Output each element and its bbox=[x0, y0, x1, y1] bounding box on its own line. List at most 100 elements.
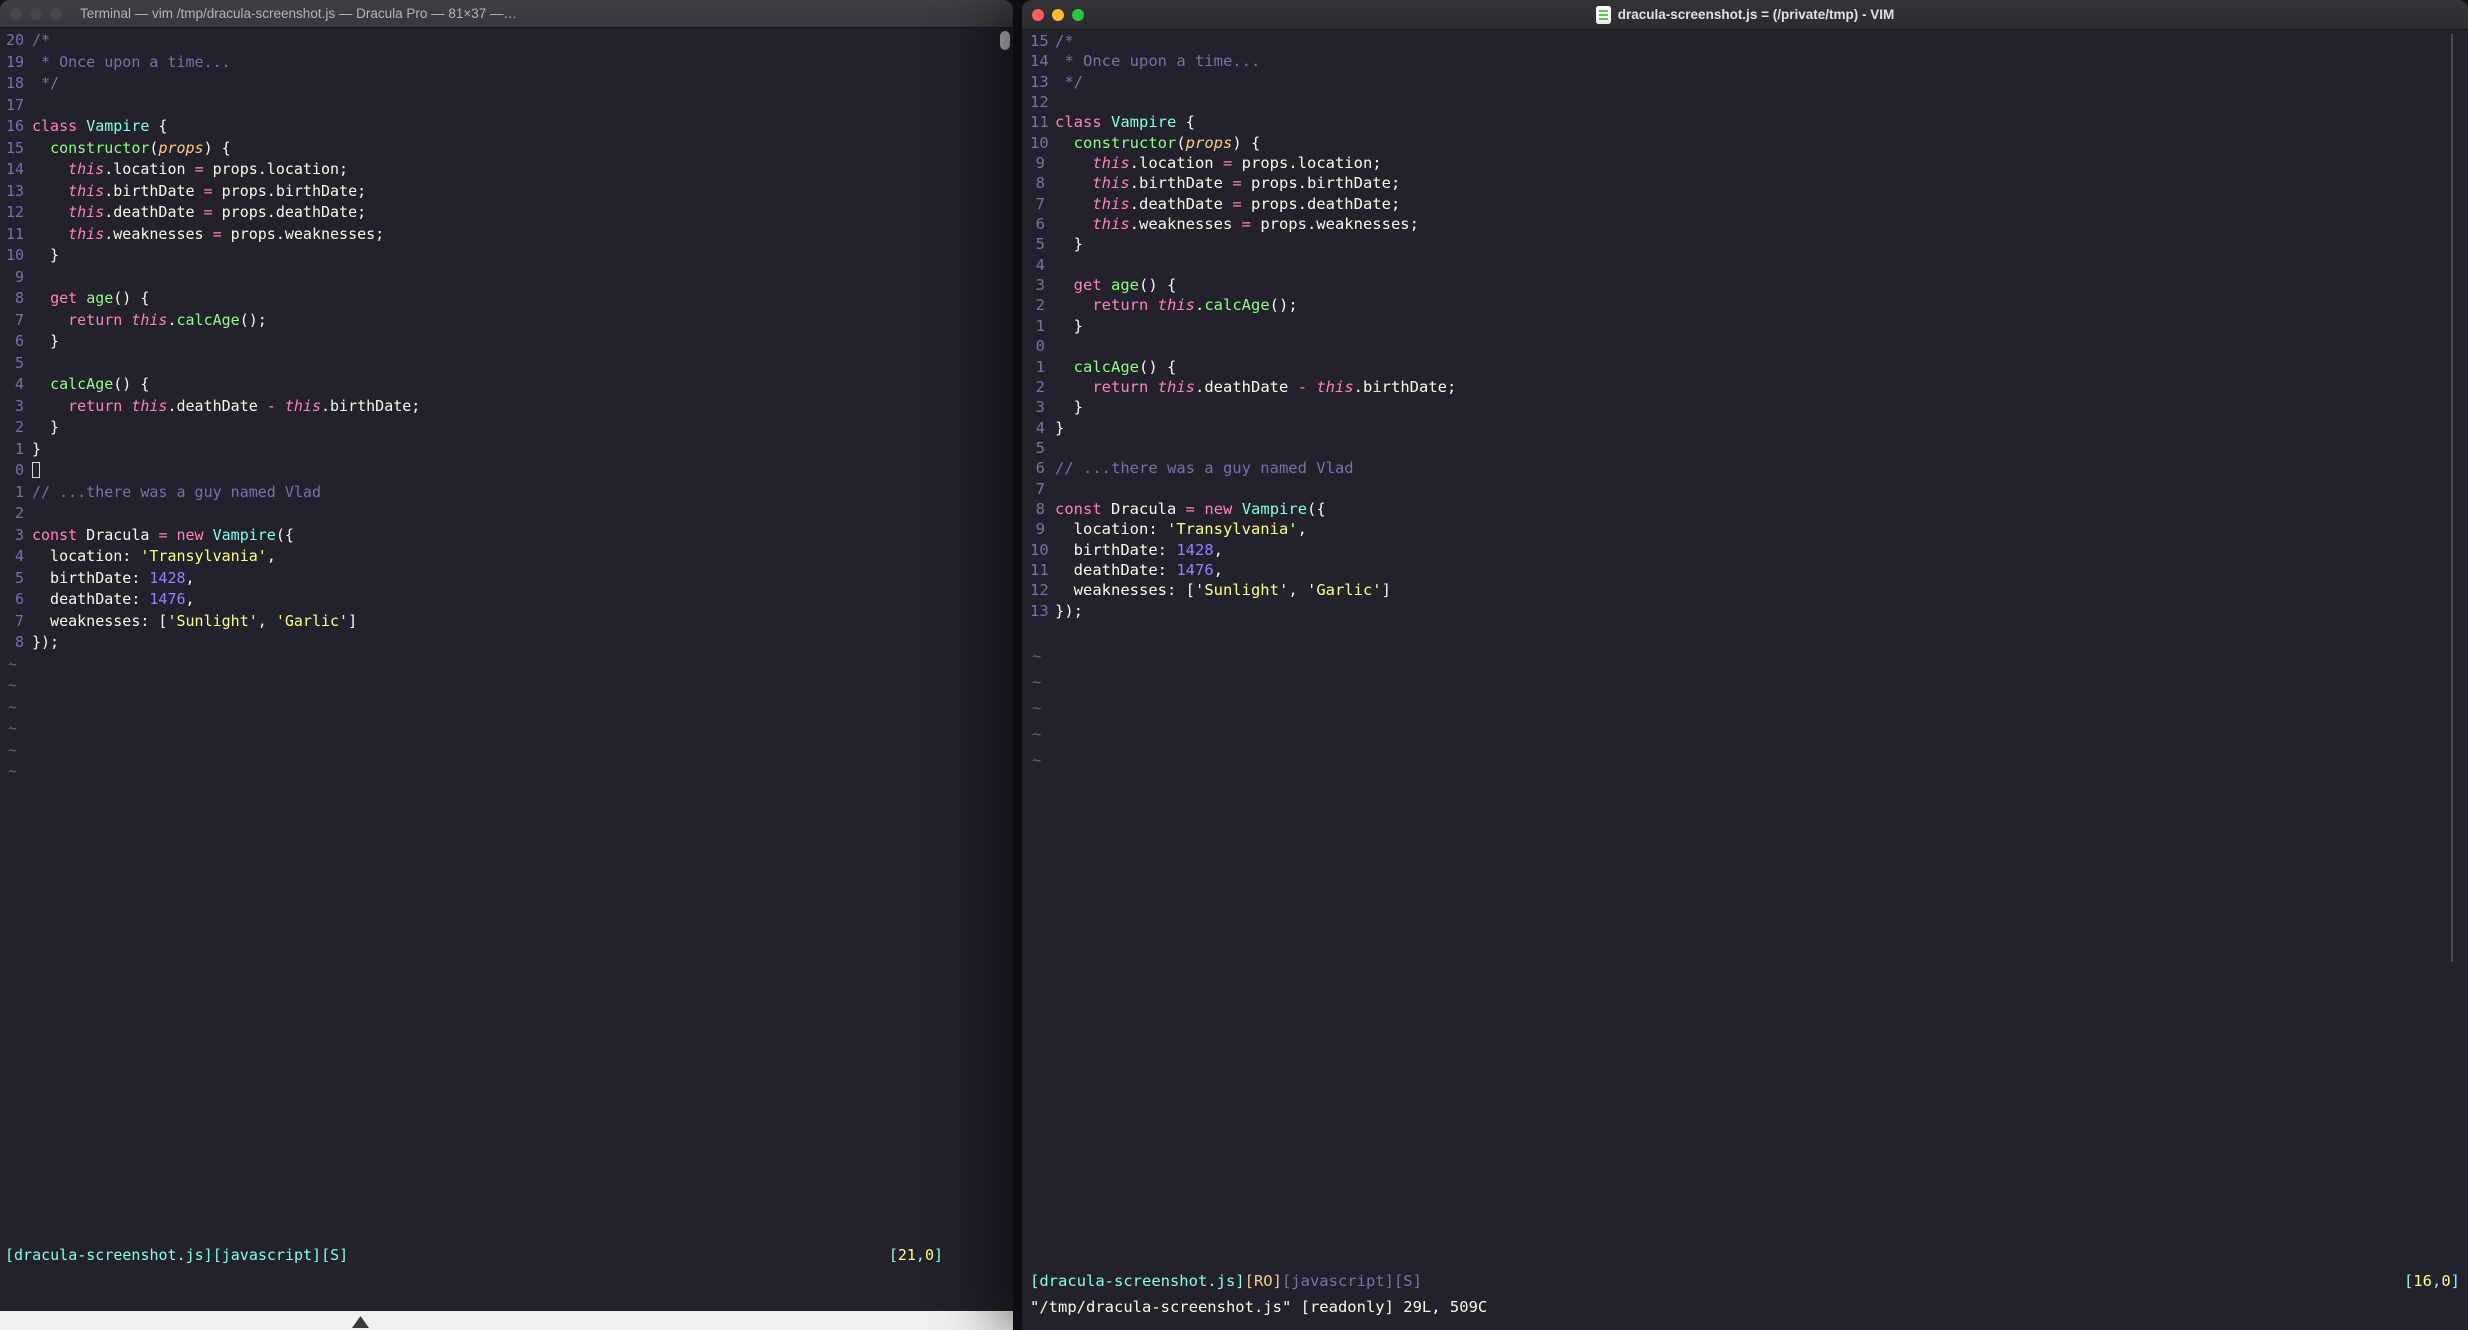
code-token: props.weaknesses; bbox=[221, 224, 385, 243]
code-line: 7 return this.calcAge(); bbox=[6, 310, 1013, 332]
line-number: 10 bbox=[6, 246, 25, 264]
code-token: = bbox=[203, 181, 213, 200]
code-token: .birthDate bbox=[1129, 174, 1233, 193]
code-line: 8 const Dracula = new Vampire({ bbox=[1030, 499, 2468, 519]
code-token: }); bbox=[1055, 601, 1083, 620]
code-token: this bbox=[1157, 377, 1195, 396]
empty-line-tilde: ~ bbox=[8, 740, 18, 759]
line-number: 7 bbox=[14, 611, 24, 630]
line-number: 9 bbox=[1035, 154, 1045, 173]
code-line: 7 this.deathDate = props.deathDate; bbox=[1030, 194, 2468, 214]
code-line: 12 this.deathDate = props.deathDate; bbox=[6, 202, 1013, 224]
code-line: 6 // ...there was a guy named Vlad bbox=[1030, 458, 2468, 478]
close-button[interactable] bbox=[10, 7, 22, 20]
line-number: 4 bbox=[14, 375, 24, 393]
code-token: calcAge bbox=[176, 310, 240, 329]
code-line: 10 birthDate: 1428, bbox=[1030, 540, 2468, 560]
scrollbar-thumb[interactable] bbox=[2451, 34, 2453, 962]
empty-line-tilde: ~ bbox=[8, 762, 18, 780]
terminal-titlebar[interactable]: Terminal — vim /tmp/dracula-screenshot.j… bbox=[0, 0, 1013, 28]
code-token: , bbox=[185, 590, 195, 608]
code-token: .deathDate bbox=[1195, 377, 1298, 396]
status-segment: [dracula-screenshot.js] bbox=[1030, 1272, 1245, 1290]
minimize-button[interactable] bbox=[1052, 8, 1064, 21]
empty-line-tilde: ~ bbox=[8, 697, 18, 716]
macvim-titlebar[interactable]: dracula-screenshot.js = (/private/tmp) -… bbox=[1022, 0, 2468, 30]
code-line: 3 const Dracula = new Vampire({ bbox=[6, 525, 1013, 547]
code-line: 9 location: 'Transylvania', bbox=[1030, 519, 2468, 539]
vim-buffer[interactable]: 15/* 14 * Once upon a time... 13 */12 11 cla… bbox=[1022, 31, 2468, 773]
ruler-token: , bbox=[915, 1246, 925, 1264]
code-line: 3 return this.deathDate - this.birthDate… bbox=[6, 396, 1013, 418]
traffic-lights bbox=[1032, 8, 1084, 21]
line-number: 4 bbox=[1035, 418, 1045, 437]
empty-line-tilde: ~ bbox=[1032, 698, 1042, 717]
code-token: this bbox=[1157, 296, 1195, 315]
file-proxy-icon[interactable] bbox=[1595, 5, 1611, 24]
vim-buffer[interactable]: 20/* 19 * Once upon a time... 18 */17 16 cla… bbox=[0, 30, 1013, 783]
code-token: this bbox=[1316, 377, 1354, 396]
ruler-token: , bbox=[2431, 1272, 2442, 1290]
code-token: deathDate: bbox=[32, 590, 150, 608]
line-number: 9 bbox=[14, 267, 24, 286]
background-window-glyph bbox=[352, 1316, 369, 1328]
line-number: 5 bbox=[1035, 438, 1045, 457]
code-token: constructor bbox=[50, 138, 150, 157]
code-token: this bbox=[68, 224, 105, 243]
scrollbar-thumb[interactable] bbox=[1000, 31, 1010, 50]
code-token: , bbox=[1213, 560, 1223, 579]
code-token: Dracula bbox=[1101, 499, 1186, 518]
code-token: this bbox=[68, 203, 105, 221]
code-token: = bbox=[1185, 499, 1196, 518]
empty-buffer-region: ~ ~ ~ ~ ~ bbox=[1030, 643, 2468, 773]
code-token: * Once upon a time... bbox=[1055, 52, 1261, 71]
code-line: 5 bbox=[6, 353, 1013, 375]
close-button[interactable] bbox=[1032, 8, 1044, 21]
code-token: ) { bbox=[203, 138, 231, 157]
code-token: .location bbox=[1129, 154, 1223, 173]
empty-line-tilde: ~ bbox=[8, 676, 18, 694]
zoom-button[interactable] bbox=[1072, 8, 1084, 21]
code-line: 3 get age() { bbox=[1030, 275, 2468, 295]
code-token: = bbox=[1241, 215, 1251, 234]
line-number: 3 bbox=[14, 525, 24, 544]
code-line: 9 this.location = props.location; bbox=[1030, 153, 2468, 173]
code-token: } bbox=[32, 332, 60, 350]
minimize-button[interactable] bbox=[30, 7, 42, 20]
ruler-token: ] bbox=[2450, 1272, 2460, 1290]
code-token: /* bbox=[1055, 32, 1074, 50]
code-token: ( bbox=[1176, 133, 1186, 152]
code-token: , bbox=[185, 568, 195, 587]
code-token: Vampire bbox=[1241, 499, 1308, 518]
code-token: (); bbox=[1269, 296, 1298, 315]
code-line: 11 this.weaknesses = props.weaknesses; bbox=[6, 224, 1013, 246]
code-line: 4 bbox=[1030, 255, 2468, 275]
code-token: , bbox=[1297, 520, 1307, 539]
empty-buffer-region: ~ ~ ~ ~ ~ ~ bbox=[6, 654, 1013, 783]
code-token: constructor bbox=[1073, 133, 1177, 152]
code-token: .weaknesses bbox=[1129, 215, 1242, 234]
code-line: 4} bbox=[1030, 418, 2468, 438]
line-number: 7 bbox=[1035, 479, 1045, 498]
code-line: 6 deathDate: 1476, bbox=[6, 589, 1013, 611]
code-token: - bbox=[1297, 377, 1307, 396]
code-token: Vampire bbox=[86, 117, 150, 135]
code-token: props.location; bbox=[1232, 154, 1382, 173]
code-line: 8 this.birthDate = props.birthDate; bbox=[1030, 173, 2468, 193]
code-token: } bbox=[1055, 418, 1065, 437]
code-token: .deathDate bbox=[1129, 194, 1233, 213]
code-token: = bbox=[212, 224, 222, 243]
line-number: 16 bbox=[6, 117, 25, 135]
code-token: } bbox=[1055, 235, 1083, 254]
zoom-button[interactable] bbox=[50, 7, 62, 20]
code-line: 2 } bbox=[6, 417, 1013, 439]
